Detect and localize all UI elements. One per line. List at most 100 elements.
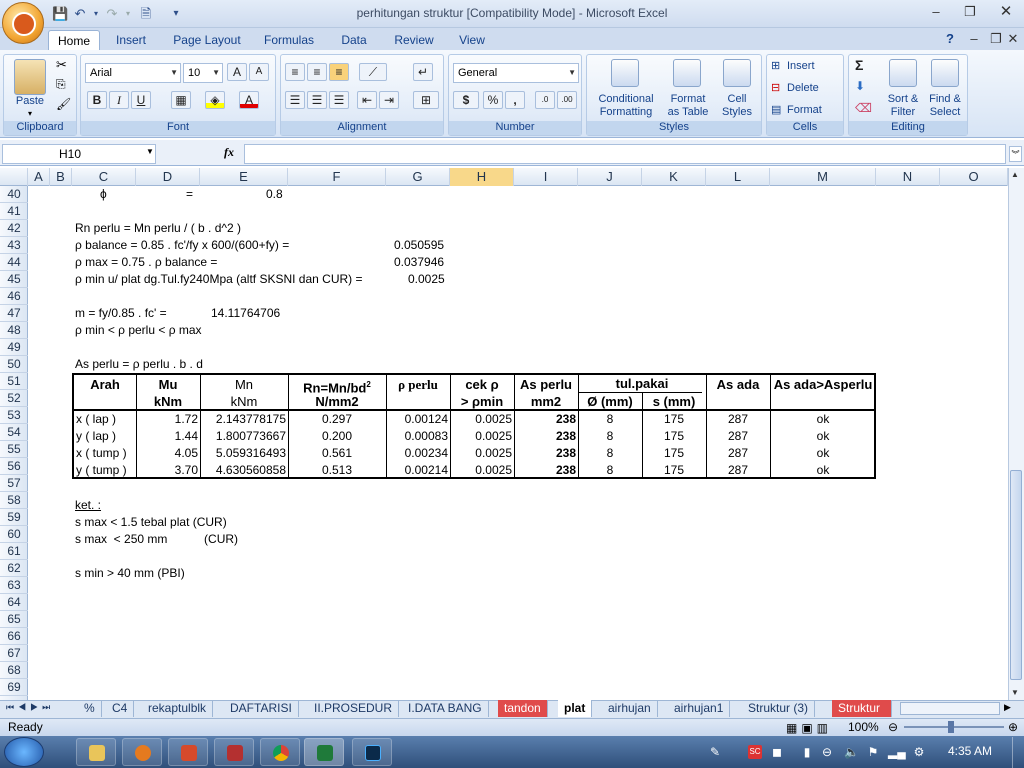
underline-button[interactable]: U	[131, 91, 151, 109]
cell-c47[interactable]: m = fy/0.85 . fc' =	[75, 305, 167, 322]
row-header[interactable]: 43	[0, 237, 28, 254]
sort-filter-label-2[interactable]: Filter	[881, 106, 925, 118]
cell-e47[interactable]: 14.11764706	[211, 305, 280, 322]
table-row-3-cek[interactable]: 0.0025	[450, 462, 512, 479]
tray-icon[interactable]: ⊖	[820, 745, 834, 759]
sheet-tab[interactable]: %	[78, 700, 102, 717]
align-top-icon[interactable]: ≡	[285, 63, 305, 81]
table-row-0-cek[interactable]: 0.0025	[450, 411, 512, 428]
cell-c60[interactable]: s max < 250 mm (CUR)	[75, 531, 238, 548]
taskbar-app[interactable]	[214, 738, 254, 766]
orientation-icon[interactable]: ⟋	[359, 63, 387, 81]
column-header-o[interactable]: O	[940, 168, 1008, 186]
cell-c43[interactable]: ρ balance = 0.85 . fc'/fy x 600/(600+fy)…	[75, 237, 289, 254]
table-row-0-rn[interactable]: 0.297	[288, 411, 386, 428]
insert-function-icon[interactable]: fx	[224, 145, 234, 160]
fill-icon[interactable]: ⬇	[855, 79, 865, 93]
column-header-k[interactable]: K	[642, 168, 706, 186]
align-right-icon[interactable]: ☰	[329, 91, 349, 109]
row-header[interactable]: 67	[0, 645, 28, 662]
row-header[interactable]: 62	[0, 560, 28, 577]
row-header[interactable]: 52	[0, 390, 28, 407]
font-size-combo[interactable]: 10 ▼	[183, 63, 223, 83]
tab-data[interactable]: Data	[334, 30, 374, 50]
formula-input[interactable]	[244, 144, 1006, 164]
tab-insert[interactable]: Insert	[108, 30, 154, 50]
table-row-1-as[interactable]: 238	[514, 428, 576, 445]
row-header[interactable]: 42	[0, 220, 28, 237]
name-box[interactable]: H10	[2, 144, 156, 164]
format-as-table-icon[interactable]	[673, 59, 701, 87]
network-icon[interactable]: ▂▄	[888, 745, 906, 759]
zoom-in-icon[interactable]: ⊕	[1008, 720, 1018, 734]
row-header[interactable]: 56	[0, 458, 28, 475]
ribbon-minimize-icon[interactable]: –	[962, 30, 986, 48]
cell-d40[interactable]: =	[186, 186, 193, 203]
column-header-g[interactable]: G	[386, 168, 450, 186]
align-middle-icon[interactable]: ≡	[307, 63, 327, 81]
row-header[interactable]: 69	[0, 679, 28, 696]
flag-icon[interactable]: ⚑	[866, 745, 880, 759]
shrink-font-icon[interactable]: A	[249, 63, 269, 81]
table-row-1-arah[interactable]: y ( lap )	[76, 428, 116, 445]
delete-cells-button[interactable]: Delete	[787, 82, 819, 94]
row-header[interactable]: 57	[0, 475, 28, 492]
sheet-tab[interactable]: I.DATA BANG	[402, 700, 489, 717]
cell-e40[interactable]: 0.8	[266, 186, 283, 203]
table-row-3-dia[interactable]: 8	[578, 462, 642, 479]
expand-formula-bar-icon[interactable]: ︾	[1009, 146, 1022, 162]
font-name-combo[interactable]: Arial ▼	[85, 63, 181, 83]
tab-view[interactable]: View	[452, 30, 492, 50]
taskbar-firefox[interactable]	[122, 738, 162, 766]
tray-icon[interactable]: ▮	[800, 745, 814, 759]
row-header[interactable]: 40	[0, 186, 28, 203]
scroll-up-icon[interactable]: ▲	[1011, 170, 1019, 179]
zoom-level[interactable]: 100%	[848, 720, 879, 734]
clear-icon[interactable]: ⌫	[855, 101, 872, 115]
close-icon[interactable]: ✕	[994, 3, 1018, 21]
taskbar-chrome[interactable]	[260, 738, 300, 766]
font-color-icon[interactable]: A	[239, 91, 259, 109]
taskbar-excel[interactable]	[304, 738, 344, 766]
table-row-0-dia[interactable]: 8	[578, 411, 642, 428]
row-header[interactable]: 60	[0, 526, 28, 543]
format-painter-icon[interactable]: 🖌	[56, 97, 71, 111]
horizontal-scrollbar[interactable]	[900, 702, 1000, 715]
column-header-c[interactable]: C	[72, 168, 136, 186]
column-header-n[interactable]: N	[876, 168, 940, 186]
conditional-formatting-label-2[interactable]: Formatting	[589, 106, 663, 118]
delete-cells-icon[interactable]: ⊟	[771, 81, 780, 94]
paste-icon[interactable]	[14, 59, 46, 95]
column-header-l[interactable]: L	[706, 168, 770, 186]
column-header-f[interactable]: F	[288, 168, 386, 186]
table-row-2-rho[interactable]: 0.00234	[386, 445, 448, 462]
column-header-e[interactable]: E	[200, 168, 288, 186]
sort-filter-icon[interactable]	[889, 59, 917, 87]
row-header[interactable]: 41	[0, 203, 28, 220]
comma-button[interactable]: ,	[505, 91, 525, 109]
name-box-dropdown-icon[interactable]: ▼	[146, 147, 154, 156]
row-header[interactable]: 49	[0, 339, 28, 356]
taskbar-app[interactable]	[168, 738, 208, 766]
cell-c62[interactable]: s min > 40 mm (PBI)	[75, 565, 185, 582]
row-header[interactable]: 47	[0, 305, 28, 322]
sort-filter-label-1[interactable]: Sort &	[881, 93, 925, 105]
table-row-2-mu[interactable]: 4.05	[136, 445, 198, 462]
volume-icon[interactable]: 🔈	[844, 745, 859, 759]
help-icon[interactable]: ?	[938, 30, 962, 48]
table-row-0-asada[interactable]: 287	[706, 411, 770, 428]
paste-dropdown-icon[interactable]: ▾	[28, 109, 32, 118]
cell-c50[interactable]: As perlu = ρ perlu . b . d	[75, 356, 203, 373]
restore-icon[interactable]: ❐	[958, 3, 982, 21]
table-row-0-as[interactable]: 238	[514, 411, 576, 428]
align-bottom-icon[interactable]: ≡	[329, 63, 349, 81]
column-header-i[interactable]: I	[514, 168, 578, 186]
cell-c40[interactable]: ϕ	[100, 186, 107, 203]
table-row-3-s[interactable]: 175	[642, 462, 706, 479]
cell-c42[interactable]: Rn perlu = Mn perlu / ( b . d^2 )	[75, 220, 241, 237]
increase-decimal-icon[interactable]: .0	[535, 91, 555, 109]
zoom-out-icon[interactable]: ⊖	[888, 720, 898, 734]
office-button[interactable]	[2, 2, 44, 44]
decrease-decimal-icon[interactable]: .00	[557, 91, 577, 109]
table-row-3-asada[interactable]: 287	[706, 462, 770, 479]
